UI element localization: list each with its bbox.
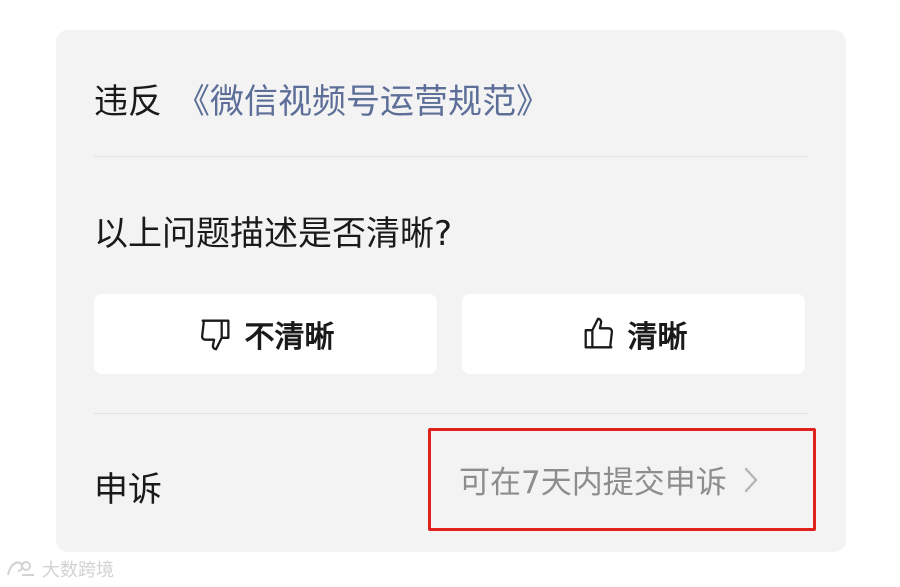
unclear-button[interactable]: 不清晰 [94,294,437,374]
appeal-hint: 可在7天内提交申诉 [459,465,727,501]
thumbs-down-icon [197,315,235,353]
appeal-label: 申诉 [94,470,162,510]
watermark-text: 大数跨境 [42,560,114,581]
rule-link[interactable]: 《微信视频号运营规范》 [176,82,550,122]
clear-button-label: 清晰 [627,320,688,355]
divider [94,413,808,414]
divider [94,156,808,157]
violation-detail-card: 违反 《微信视频号运营规范》 以上问题描述是否清晰? 不清晰 清晰 申诉 可在7天… [56,30,846,552]
appeal-button[interactable]: 可在7天内提交申诉 [428,428,816,531]
violation-row: 违反 《微信视频号运营规范》 [94,74,550,123]
watermark: 大数跨境 [4,556,114,582]
chevron-right-icon [744,467,757,492]
clear-button[interactable]: 清晰 [462,294,805,374]
violation-prefix: 违反 [94,82,162,122]
thumbs-up-icon [580,315,618,353]
watermark-logo-icon [7,561,34,576]
unclear-button-label: 不清晰 [244,320,335,355]
feedback-question: 以上问题描述是否清晰? [94,214,453,254]
